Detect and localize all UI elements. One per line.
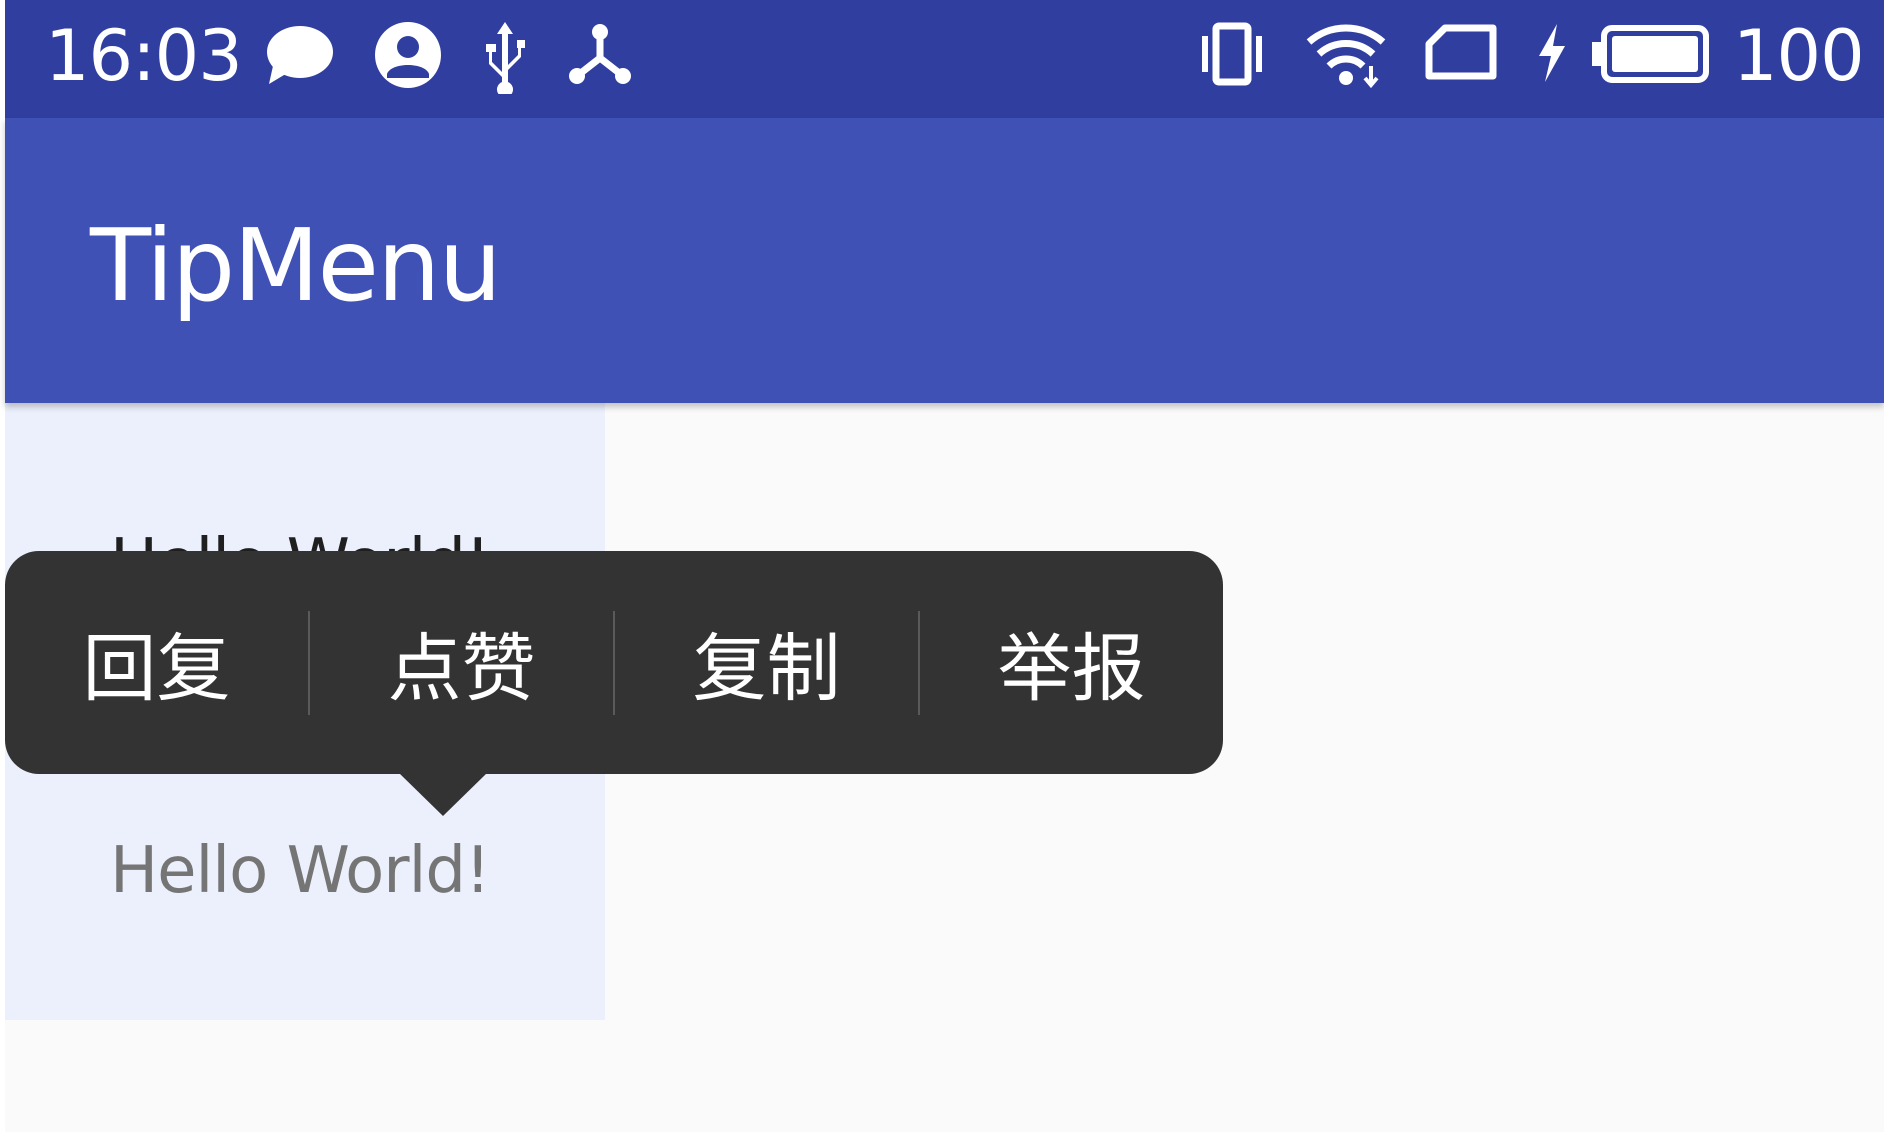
tip-menu-item-report[interactable]: 举报 bbox=[920, 551, 1223, 774]
account-icon bbox=[373, 22, 443, 92]
hello-world-text-2[interactable]: Hello World! bbox=[110, 833, 491, 909]
battery-icon bbox=[1590, 22, 1712, 92]
tip-menu-item-copy[interactable]: 复制 bbox=[615, 551, 918, 774]
vibrate-icon bbox=[1198, 22, 1266, 92]
tip-menu-item-label: 复制 bbox=[692, 626, 841, 712]
status-time: 16:03 bbox=[45, 15, 243, 97]
tip-menu-item-label: 点赞 bbox=[387, 626, 536, 712]
tip-menu-item-label: 举报 bbox=[997, 626, 1146, 712]
wifi-icon bbox=[1305, 22, 1387, 92]
tip-menu-arrow bbox=[399, 773, 487, 816]
app-title: TipMenu bbox=[90, 207, 502, 324]
tip-menu-popup: 回复 点赞 复制 举报 bbox=[5, 551, 1223, 774]
battery-level-text: 100 bbox=[1733, 15, 1865, 97]
message-icon bbox=[263, 22, 335, 92]
sim-card-icon bbox=[1423, 22, 1499, 92]
usb-icon bbox=[477, 22, 533, 98]
charging-icon bbox=[1533, 22, 1569, 92]
tip-menu-item-label: 回复 bbox=[82, 626, 231, 712]
tip-menu-item-like[interactable]: 点赞 bbox=[310, 551, 613, 774]
tip-menu-item-reply[interactable]: 回复 bbox=[5, 551, 308, 774]
network-share-icon bbox=[567, 22, 633, 92]
status-bar: 16:03 100 bbox=[5, 0, 1884, 118]
app-bar: TipMenu bbox=[5, 118, 1884, 403]
